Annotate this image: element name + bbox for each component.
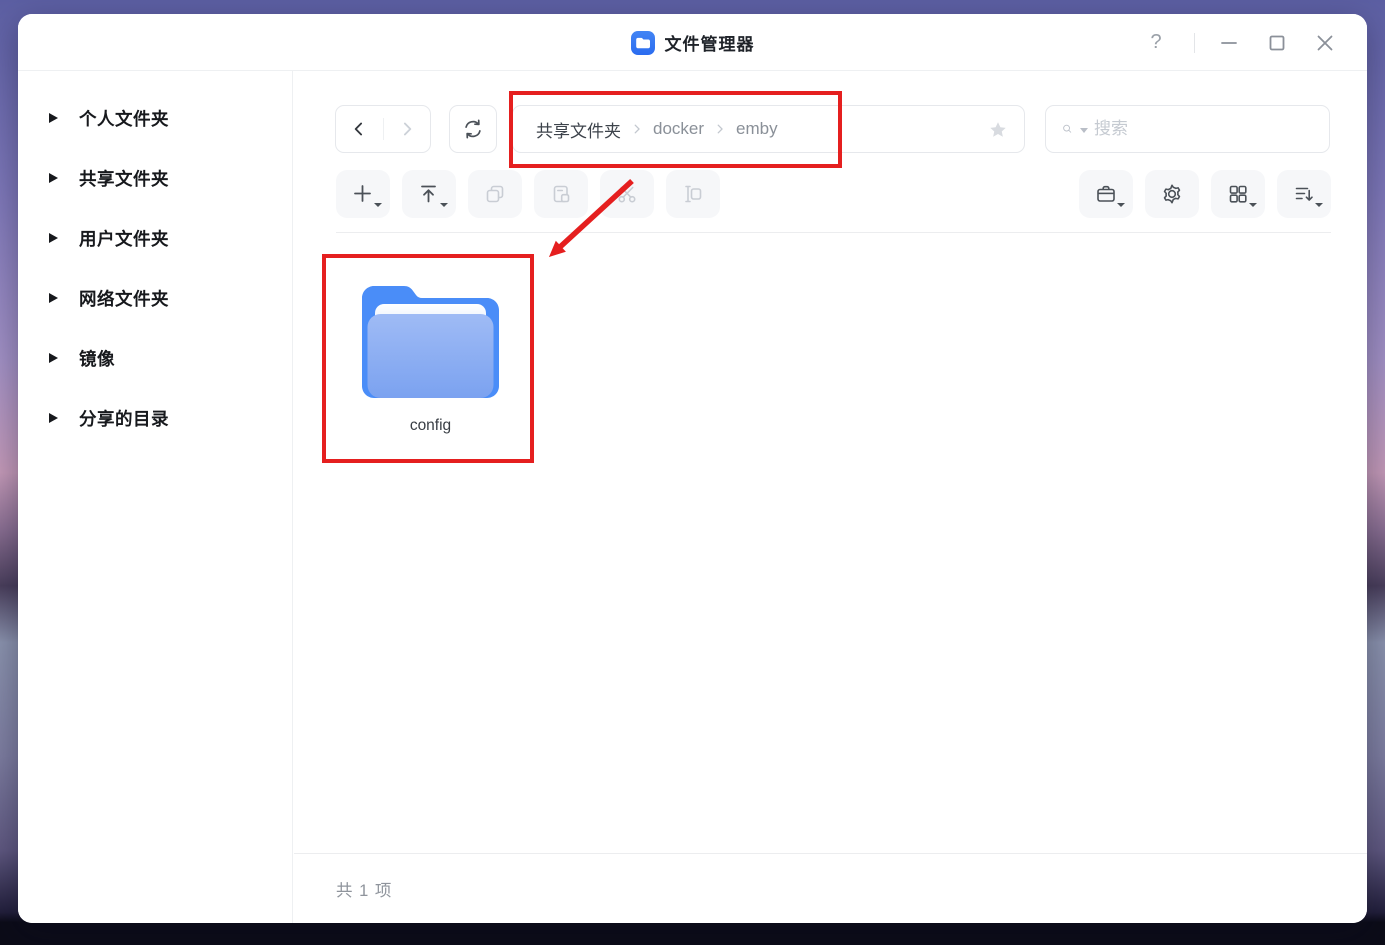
caret-down-icon xyxy=(1117,203,1125,207)
folder-name-label: config xyxy=(409,417,452,434)
toolbox-button[interactable] xyxy=(1079,170,1133,218)
upload-icon xyxy=(421,185,436,203)
file-manager-window: 文件管理器 ? 个人文件夹 共享文件夹 用户文件夹 网络文件夹 镜像 分享的目录… xyxy=(18,14,1367,923)
nav-button-group xyxy=(335,105,431,153)
plus-icon xyxy=(354,185,371,202)
window-controls: ? xyxy=(1144,14,1337,71)
sidebar-item-network-folder[interactable]: 网络文件夹 xyxy=(18,280,292,316)
caret-down-icon xyxy=(1315,203,1323,207)
forward-button[interactable] xyxy=(383,106,430,152)
paste-icon xyxy=(553,185,570,203)
copy-icon xyxy=(486,185,504,203)
gear-icon xyxy=(1163,184,1181,204)
rename-icon xyxy=(685,185,702,203)
search-input[interactable] xyxy=(1094,119,1315,139)
settings-button[interactable] xyxy=(1145,170,1199,218)
caret-down-icon xyxy=(374,203,382,207)
sort-icon xyxy=(1295,187,1313,201)
upload-button[interactable] xyxy=(402,170,456,218)
titlebar-title-group: 文件管理器 xyxy=(630,14,755,71)
sidebar-item-label: 网络文件夹 xyxy=(79,288,169,309)
item-count-text: 共 1 项 xyxy=(336,881,393,900)
sidebar-item-label: 镜像 xyxy=(79,348,115,369)
back-button[interactable] xyxy=(336,106,383,152)
folder-icon xyxy=(362,286,499,398)
sidebar-item-label: 共享文件夹 xyxy=(79,168,169,189)
sidebar-item-label: 分享的目录 xyxy=(79,408,169,429)
scissors-icon xyxy=(618,186,636,203)
sidebar-item-label: 个人文件夹 xyxy=(79,108,169,129)
sidebar-item-personal-folder[interactable]: 个人文件夹 xyxy=(18,100,292,136)
view-mode-button[interactable] xyxy=(1211,170,1265,218)
expand-triangle-icon[interactable] xyxy=(49,353,58,363)
expand-triangle-icon[interactable] xyxy=(49,413,58,423)
expand-triangle-icon[interactable] xyxy=(49,173,58,183)
app-folder-icon xyxy=(630,30,655,55)
search-box xyxy=(1045,105,1330,153)
window-title: 文件管理器 xyxy=(664,35,755,54)
refresh-icon xyxy=(465,119,481,139)
sort-button[interactable] xyxy=(1277,170,1331,218)
main-area: 共享文件夹 docker emby 搜索 config 共 1 项 xyxy=(294,71,1367,923)
sidebar-item-shared-folder[interactable]: 共享文件夹 xyxy=(18,160,292,196)
expand-triangle-icon[interactable] xyxy=(49,233,58,243)
close-button[interactable] xyxy=(1313,31,1337,55)
rename-button[interactable] xyxy=(666,170,720,218)
sidebar-item-label: 用户文件夹 xyxy=(79,228,169,249)
expand-triangle-icon[interactable] xyxy=(49,113,58,123)
breadcrumb-segment-root[interactable]: 共享文件夹 xyxy=(536,117,621,142)
star-icon xyxy=(990,122,1006,137)
cut-button[interactable] xyxy=(600,170,654,218)
controls-divider xyxy=(1194,32,1195,53)
titlebar: 文件管理器 ? xyxy=(18,14,1367,71)
copy-button[interactable] xyxy=(468,170,522,218)
breadcrumb: 共享文件夹 docker emby xyxy=(512,105,1025,153)
breadcrumb-segment-emby[interactable]: emby xyxy=(736,119,778,139)
new-button[interactable] xyxy=(336,170,390,218)
maximize-button[interactable] xyxy=(1265,31,1289,55)
caret-down-icon xyxy=(1249,203,1257,207)
folder-item-config[interactable]: config xyxy=(325,256,536,463)
sidebar-item-mirror[interactable]: 镜像 xyxy=(18,340,292,376)
caret-down-icon xyxy=(440,203,448,207)
paste-button[interactable] xyxy=(534,170,588,218)
minimize-button[interactable] xyxy=(1217,31,1241,55)
refresh-button[interactable] xyxy=(449,105,497,153)
favorite-button[interactable] xyxy=(987,119,1009,146)
sidebar-item-shared-directory[interactable]: 分享的目录 xyxy=(18,400,292,436)
breadcrumb-segment-docker[interactable]: docker xyxy=(653,119,704,139)
sidebar-item-user-folder[interactable]: 用户文件夹 xyxy=(18,220,292,256)
grid-view-icon xyxy=(1229,185,1247,203)
briefcase-icon xyxy=(1097,185,1115,202)
status-bar: 共 1 项 xyxy=(294,853,1367,923)
sidebar: 个人文件夹 共享文件夹 用户文件夹 网络文件夹 镜像 分享的目录 xyxy=(18,71,293,923)
toolbar-divider xyxy=(336,232,1331,233)
breadcrumb-separator-icon xyxy=(717,124,723,134)
help-button[interactable]: ? xyxy=(1144,31,1168,55)
expand-triangle-icon[interactable] xyxy=(49,293,58,303)
breadcrumb-separator-icon xyxy=(634,124,640,134)
search-icon xyxy=(1063,124,1072,133)
search-filter-caret-icon[interactable] xyxy=(1080,127,1088,133)
